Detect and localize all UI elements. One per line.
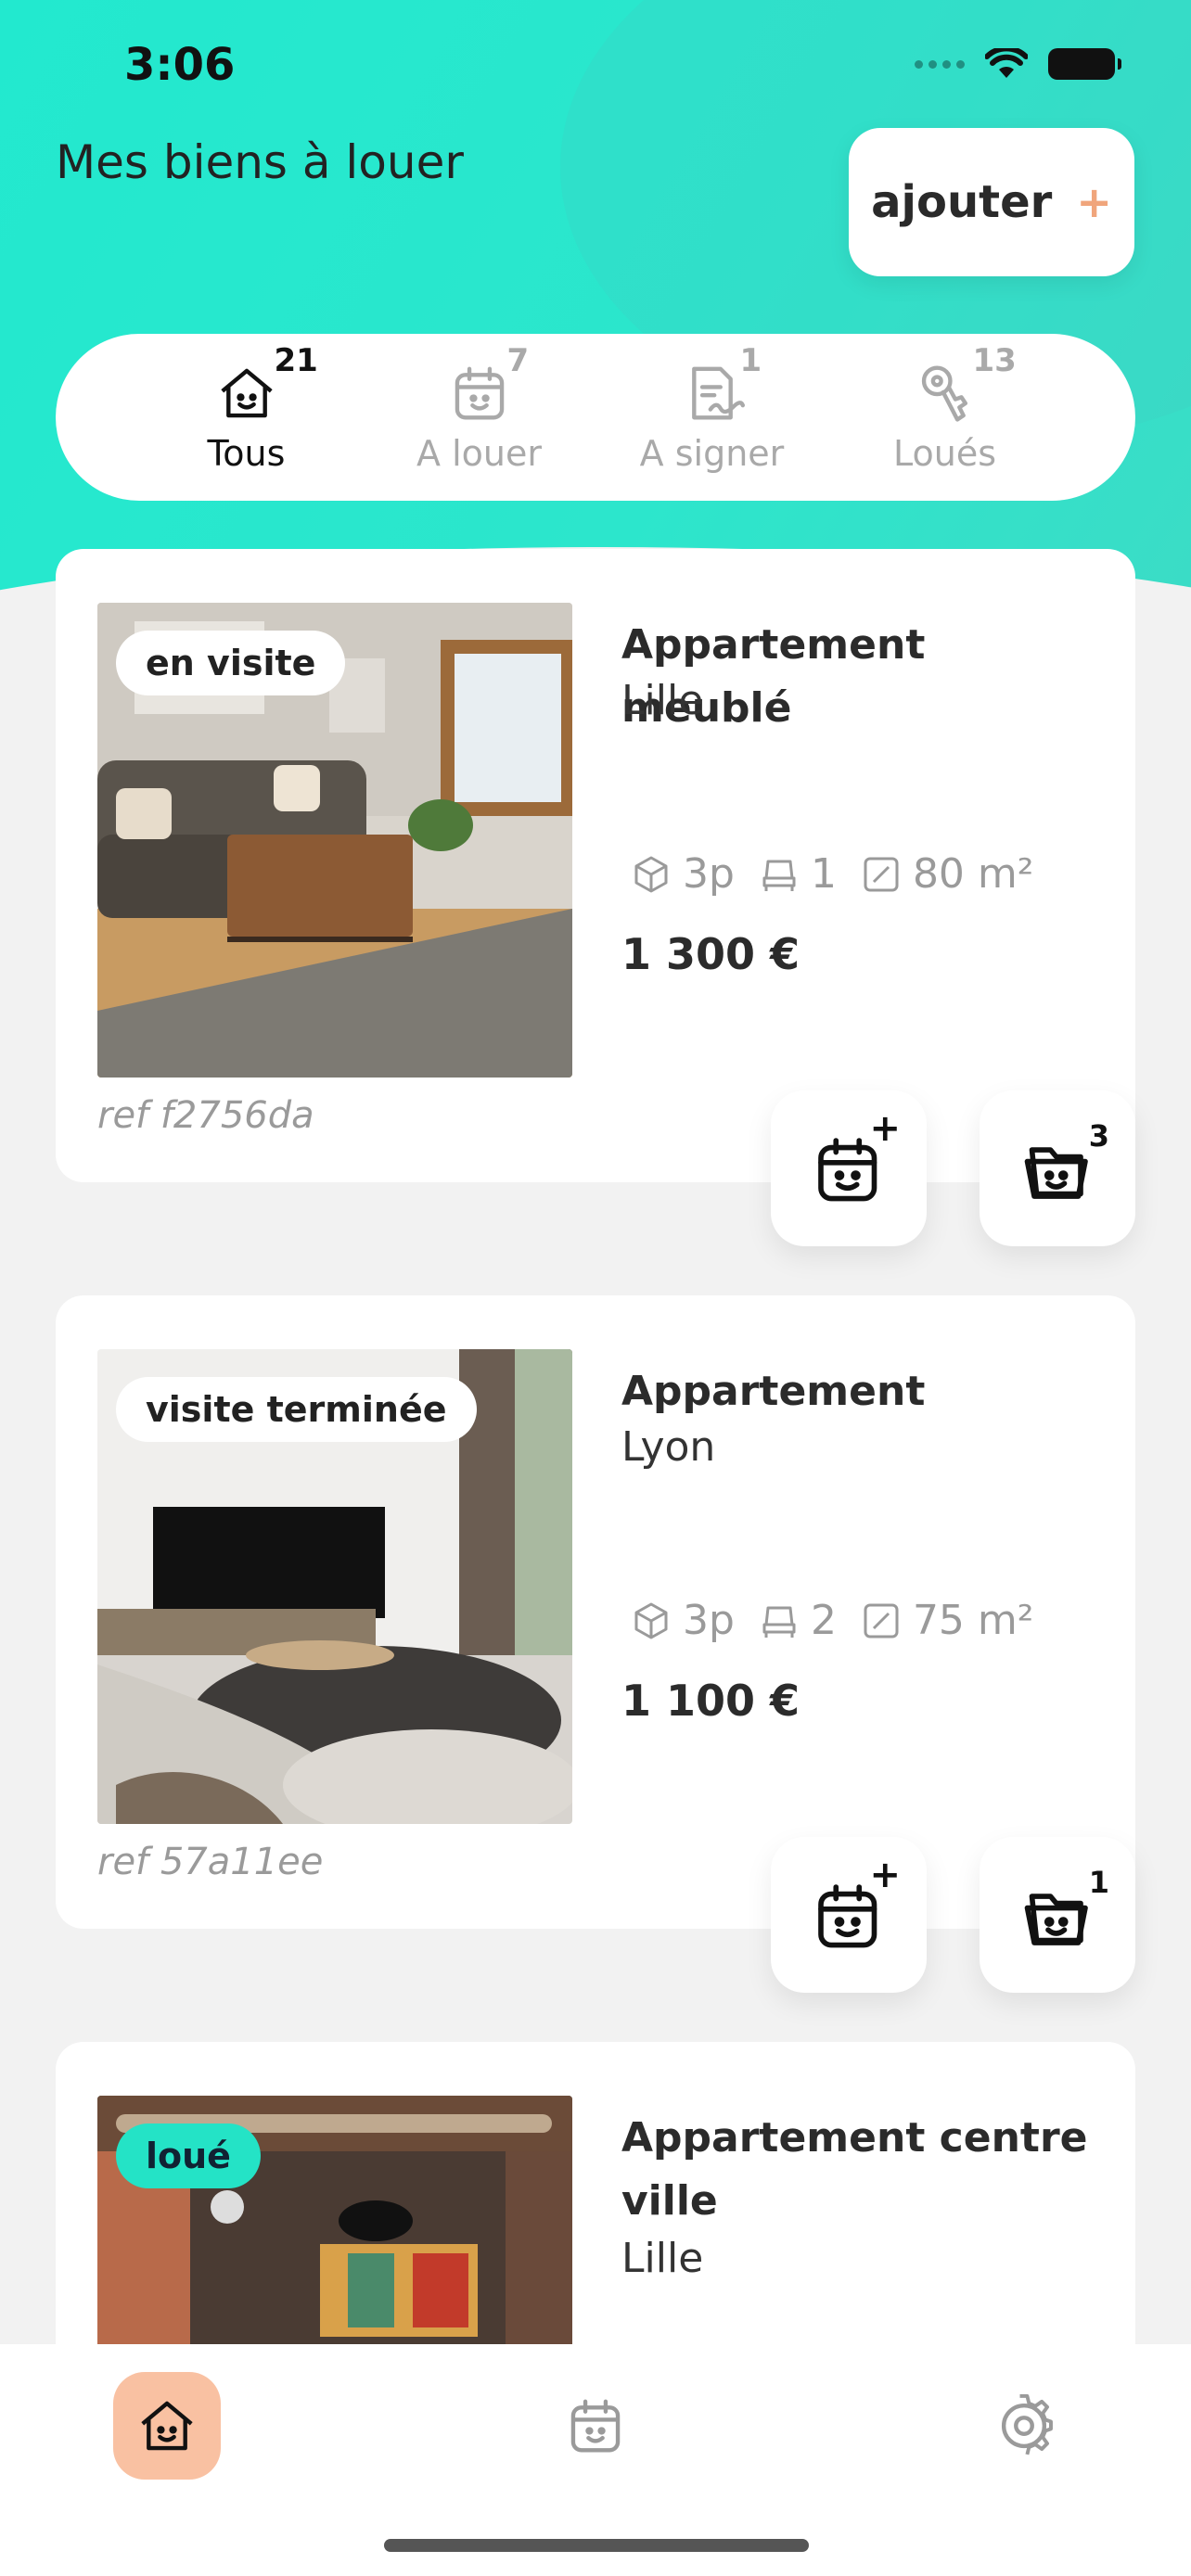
listing-ref: ref f2756da <box>97 1094 314 1137</box>
tab-all-label: Tous <box>207 433 286 474</box>
tab-rented[interactable]: Loués 13 <box>852 342 1038 474</box>
rooms-spec: 3p <box>631 1597 735 1644</box>
rooms-value: 3p <box>683 1597 735 1644</box>
bed-icon <box>762 1606 796 1638</box>
schedule-visit-button[interactable]: + <box>771 1837 927 1993</box>
area-spec: 80 m² <box>861 850 1033 898</box>
documents-folder-button[interactable]: 3 <box>980 1090 1135 1246</box>
house-icon <box>141 2401 193 2451</box>
add-mark: + <box>869 1854 901 1896</box>
area-icon <box>864 857 899 891</box>
tab-all-count: 21 <box>274 342 318 379</box>
page-title: Mes biens à louer <box>56 135 464 189</box>
nav-home[interactable] <box>113 2372 221 2480</box>
beds-value: 1 <box>810 850 837 898</box>
tab-all[interactable]: Tous 21 <box>154 342 339 474</box>
listing-specs: 3p 2 75 m² <box>631 1597 1033 1644</box>
tab-to-sign[interactable]: A signer 1 <box>620 342 805 474</box>
listing-photo: visite terminée <box>97 1349 572 1824</box>
area-value: 75 m² <box>912 1597 1034 1644</box>
listing-photo: en visite <box>97 603 572 1078</box>
tab-to-rent-count: 7 <box>506 342 530 379</box>
tab-to-sign-count: 1 <box>739 342 762 379</box>
schedule-visit-button[interactable]: + <box>771 1090 927 1246</box>
folder-count: 1 <box>1088 1865 1109 1900</box>
wifi-icon <box>985 48 1028 78</box>
house-icon <box>220 368 273 418</box>
beds-spec: 2 <box>759 1597 837 1644</box>
listing-card[interactable]: visite terminée Appartement Lyon 3p 2 75… <box>56 1295 1135 1929</box>
listing-title: Appartement centre ville <box>621 2114 1088 2225</box>
nav-calendar[interactable] <box>542 2372 649 2480</box>
cube-icon <box>634 856 668 892</box>
status-time: 3:06 <box>124 39 236 91</box>
documents-folder-button[interactable]: 1 <box>980 1837 1135 1993</box>
home-indicator <box>384 2539 809 2552</box>
listing-specs: 3p 1 80 m² <box>631 850 1033 898</box>
listing-card[interactable]: en visite Appartement meublé Lille 3p 1 … <box>56 549 1135 1182</box>
listing-city: Lyon <box>621 1423 716 1471</box>
bed-icon <box>762 860 796 891</box>
status-badge: visite terminée <box>116 1377 477 1442</box>
filter-tabs: Tous 21 A louer 7 A signer 1 Loués 13 <box>56 334 1135 501</box>
add-property-button[interactable]: ajouter + <box>849 128 1134 276</box>
document-sign-icon <box>691 366 745 420</box>
beds-value: 2 <box>810 1597 837 1644</box>
folder-icon <box>1024 1894 1088 1945</box>
status-bar: 3:06 <box>0 0 1191 130</box>
listing-price: 1 300 € <box>621 929 800 979</box>
listing-city: Lille <box>621 677 704 724</box>
rooms-value: 3p <box>683 850 735 898</box>
listing-city: Lille <box>621 2235 704 2282</box>
status-badge: loué <box>116 2123 261 2188</box>
status-badge: en visite <box>116 631 346 695</box>
calendar-icon <box>570 2399 621 2453</box>
listing-price: 1 100 € <box>621 1676 800 1726</box>
area-value: 80 m² <box>912 850 1034 898</box>
signal-icon <box>915 59 965 69</box>
key-icon <box>921 365 967 422</box>
tab-to-sign-label: A signer <box>639 433 785 474</box>
cube-icon <box>634 1602 668 1639</box>
tab-to-rent[interactable]: A louer 7 <box>387 342 572 474</box>
beds-spec: 1 <box>759 850 837 898</box>
area-icon <box>864 1603 899 1638</box>
tab-rented-label: Loués <box>892 433 996 474</box>
tab-to-rent-label: A louer <box>416 433 542 474</box>
folder-count: 3 <box>1088 1118 1109 1154</box>
folder-icon <box>1024 1147 1088 1199</box>
add-button-label: ajouter <box>871 176 1053 228</box>
listing-title: Appartement <box>621 1368 926 1415</box>
nav-settings[interactable] <box>970 2372 1078 2480</box>
tab-rented-count: 13 <box>972 342 1017 379</box>
area-spec: 75 m² <box>861 1597 1033 1644</box>
listing-ref: ref 57a11ee <box>97 1841 324 1883</box>
calendar-icon <box>455 366 504 420</box>
add-mark: + <box>869 1107 901 1150</box>
battery-icon <box>1048 48 1121 80</box>
gear-icon <box>1001 2393 1053 2455</box>
plus-icon: + <box>1076 177 1112 227</box>
rooms-spec: 3p <box>631 850 735 898</box>
